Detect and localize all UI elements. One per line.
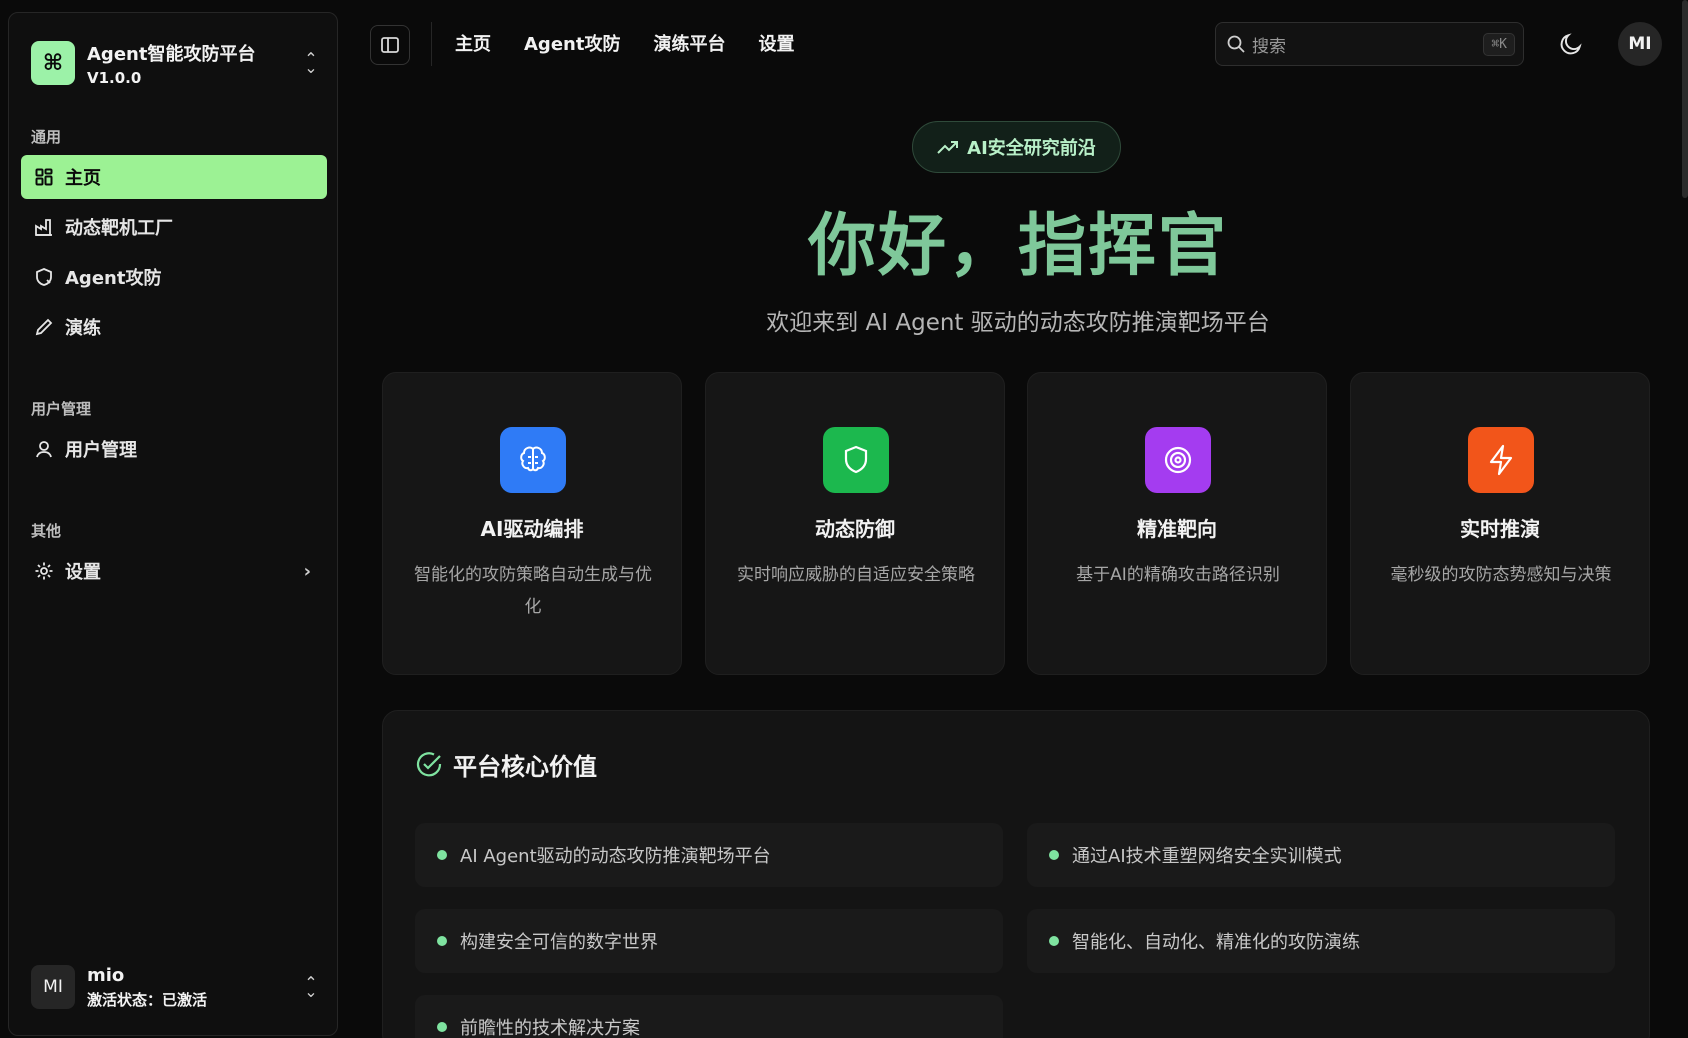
chevrons-up-down-icon: ⌃ ⌄: [304, 49, 318, 77]
feature-card-target: 精准靶向 基于AI的精确攻击路径识别: [1027, 372, 1327, 675]
sidebar-item-drill[interactable]: 演练: [21, 305, 327, 349]
topnav-settings[interactable]: 设置: [758, 30, 794, 56]
app-root: ⌘ Agent智能攻防平台 V1.0.0 ⌃⌄ 通用 主页 动态靶机工厂 Ag: [0, 0, 1688, 1038]
panel-title: 平台核心价值: [453, 753, 597, 781]
group-label-other: 其他: [31, 522, 62, 540]
bullet-dot: [437, 936, 447, 946]
sidebar-item-label: 演练: [65, 318, 101, 339]
core-value-text: 前瞻性的技术解决方案: [460, 1018, 640, 1038]
sidebar-item-factory[interactable]: 动态靶机工厂: [21, 205, 327, 249]
gear-icon: [33, 560, 55, 582]
core-value-item: 通过AI技术重塑网络安全实训模式: [1027, 823, 1615, 887]
sidebar-item-label: 动态靶机工厂: [65, 218, 173, 239]
avatar: MI: [31, 965, 75, 1009]
user-menu[interactable]: MI mio 激活状态：已激活 ⌃ ⌄: [31, 961, 321, 1013]
brand-text: Agent智能攻防平台 V1.0.0: [87, 40, 301, 87]
shield-icon: [823, 427, 889, 493]
sidebar-item-label: 设置: [65, 562, 101, 583]
sidebar-item-label: 主页: [65, 168, 101, 189]
moon-icon[interactable]: [1558, 31, 1584, 57]
check-circle-icon: [416, 751, 442, 776]
panel-left-icon: [381, 37, 399, 53]
hero-badge: AI安全研究前沿: [912, 121, 1121, 173]
topnav-drill-platform[interactable]: 演练平台: [653, 30, 725, 56]
feature-desc: 基于AI的精确攻击路径识别: [1076, 565, 1280, 585]
core-value-item: AI Agent驱动的动态攻防推演靶场平台: [415, 823, 1003, 887]
sidebar: ⌘ Agent智能攻防平台 V1.0.0 ⌃⌄ 通用 主页 动态靶机工厂 Ag: [8, 12, 338, 1036]
command-icon: ⌘: [31, 41, 75, 85]
brain-icon: [500, 427, 566, 493]
feature-desc: 实时响应威胁的自适应安全策略: [737, 565, 975, 585]
brand-version: V1.0.0: [87, 68, 142, 87]
sidebar-item-label: Agent攻防: [65, 268, 162, 289]
factory-icon: [33, 216, 55, 238]
target-icon: [1145, 427, 1211, 493]
search-placeholder: 搜索: [1252, 36, 1286, 57]
sidebar-item-home[interactable]: 主页: [21, 155, 327, 199]
feature-title: AI驱动编排: [480, 517, 584, 541]
shield-icon: [33, 266, 55, 288]
hero-badge-text: AI安全研究前沿: [967, 138, 1096, 159]
bullet-dot: [1049, 850, 1059, 860]
brand-switcher[interactable]: ⌘ Agent智能攻防平台 V1.0.0 ⌃ ⌄: [31, 35, 321, 91]
group-label-general: 通用: [31, 128, 62, 146]
grid-icon: [33, 166, 55, 188]
sidebar-item-agent-attack[interactable]: Agent攻防: [21, 255, 327, 299]
feature-title: 动态防御: [815, 517, 895, 541]
feature-card-defense: 动态防御 实时响应威胁的自适应安全策略: [705, 372, 1005, 675]
feature-title: 实时推演: [1460, 517, 1540, 541]
chevrons-up-down-icon: ⌃ ⌄: [304, 973, 318, 1001]
trending-up-icon: [937, 141, 959, 154]
feature-card-ai: AI驱动编排 智能化的攻防策略自动生成与优化: [382, 372, 682, 675]
topnav-agent-attack[interactable]: Agent攻防: [524, 30, 620, 56]
core-value-text: AI Agent驱动的动态攻防推演靶场平台: [460, 846, 771, 867]
group-label-user-mgmt: 用户管理: [31, 400, 92, 418]
topnav-home[interactable]: 主页: [455, 30, 491, 56]
bullet-dot: [437, 1022, 447, 1032]
search-icon: [1227, 35, 1245, 53]
panel-header: 平台核心价值: [415, 747, 597, 782]
feature-desc: 智能化的攻防策略自动生成与优化: [414, 565, 652, 617]
page-subtitle: 欢迎来到 AI Agent 驱动的动态攻防推演靶场平台: [766, 310, 1270, 336]
top-nav: 主页 Agent攻防 演练平台 设置: [455, 30, 794, 56]
sidebar-item-settings[interactable]: 设置 ›: [21, 549, 327, 593]
brand-name: Agent智能攻防平台: [87, 43, 256, 65]
search-input[interactable]: 搜索 ⌘K: [1215, 22, 1524, 66]
core-value-panel: 平台核心价值 AI Agent驱动的动态攻防推演靶场平台 通过AI技术重塑网络安…: [382, 710, 1650, 1038]
feature-card-realtime: 实时推演 毫秒级的攻防态势感知与决策: [1350, 372, 1650, 675]
page-title: 你好，指挥官: [807, 207, 1228, 286]
sidebar-toggle-button[interactable]: [370, 25, 410, 65]
user-icon: [33, 438, 55, 460]
core-value-item: 前瞻性的技术解决方案: [415, 995, 1003, 1038]
search-shortcut: ⌘K: [1483, 32, 1515, 56]
core-value-text: 构建安全可信的数字世界: [460, 932, 658, 953]
user-text: mio 激活状态：已激活: [87, 965, 301, 1010]
header-avatar[interactable]: MI: [1618, 22, 1662, 66]
sidebar-item-label: 用户管理: [65, 440, 137, 461]
bullet-dot: [437, 850, 447, 860]
pencil-icon: [33, 316, 55, 338]
core-value-text: 通过AI技术重塑网络安全实训模式: [1072, 846, 1342, 867]
core-value-item: 构建安全可信的数字世界: [415, 909, 1003, 973]
feature-desc: 毫秒级的攻防态势感知与决策: [1390, 565, 1612, 585]
lightning-icon: [1468, 427, 1534, 493]
page-scrollbar[interactable]: [1682, 0, 1688, 198]
core-value-item: 智能化、自动化、精准化的攻防演练: [1027, 909, 1615, 973]
user-status: 激活状态：已激活: [87, 990, 208, 1009]
core-value-text: 智能化、自动化、精准化的攻防演练: [1072, 932, 1360, 953]
header-divider: [431, 22, 432, 66]
sidebar-item-users[interactable]: 用户管理: [21, 427, 327, 471]
bullet-dot: [1049, 936, 1059, 946]
user-name: mio: [87, 964, 125, 986]
feature-title: 精准靶向: [1137, 517, 1217, 541]
chevron-right-icon: ›: [303, 560, 311, 582]
